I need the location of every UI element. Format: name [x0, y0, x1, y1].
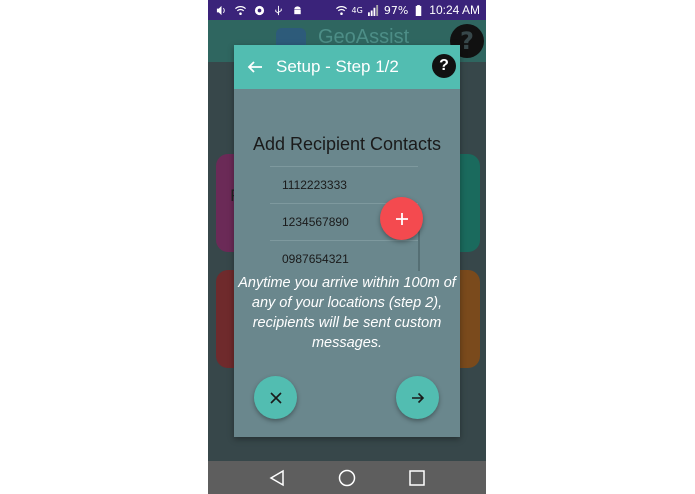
- arrow-back-icon: [247, 61, 262, 73]
- circle-home-icon: [338, 469, 356, 486]
- status-bar: 4G 97% 10:24 AM: [208, 0, 486, 20]
- dialog-header: Setup - Step 1/2 ?: [234, 45, 460, 89]
- battery-icon: [413, 4, 424, 16]
- arrow-forward-icon: [411, 392, 424, 403]
- android-icon: [292, 5, 303, 16]
- section-title: Add Recipient Contacts: [252, 134, 442, 154]
- add-contact-button[interactable]: [380, 197, 423, 240]
- signal-icon: [367, 4, 379, 16]
- square-recents-icon: [409, 469, 425, 486]
- usb-icon: [273, 5, 284, 16]
- setup-dialog: Setup - Step 1/2 ? Add Recipient Contact…: [234, 45, 460, 437]
- navigation-bar: [208, 461, 486, 494]
- contact-number: 1234567890: [282, 215, 349, 229]
- contact-number: 0987654321: [282, 252, 349, 266]
- list-item[interactable]: 0987654321: [270, 240, 418, 277]
- clock: 10:24 AM: [429, 3, 480, 17]
- help-icon[interactable]: ?: [432, 54, 456, 78]
- nav-back-button[interactable]: [268, 469, 286, 487]
- wifi-calling-icon: [335, 5, 347, 16]
- cancel-button[interactable]: [254, 376, 297, 419]
- triangle-back-icon: [269, 469, 284, 486]
- nav-home-button[interactable]: [338, 469, 356, 487]
- wifi-icon: [235, 5, 246, 16]
- network-type: 4G: [351, 5, 363, 15]
- chrome-icon: [254, 5, 265, 16]
- dialog-title: Setup - Step 1/2: [276, 57, 399, 76]
- volume-icon: [216, 5, 227, 16]
- battery-percent: 97%: [383, 3, 409, 17]
- phone-screen: 4G 97% 10:24 AM GeoAssist ? P Setup - St…: [208, 0, 486, 494]
- next-button[interactable]: [396, 376, 439, 419]
- back-button[interactable]: [238, 45, 272, 89]
- plus-icon: [395, 212, 408, 225]
- close-icon: [269, 391, 282, 404]
- nav-recents-button[interactable]: [408, 469, 426, 487]
- contact-number: 1112223333: [282, 178, 347, 192]
- info-text: Anytime you arrive within 100m of any of…: [238, 275, 456, 351]
